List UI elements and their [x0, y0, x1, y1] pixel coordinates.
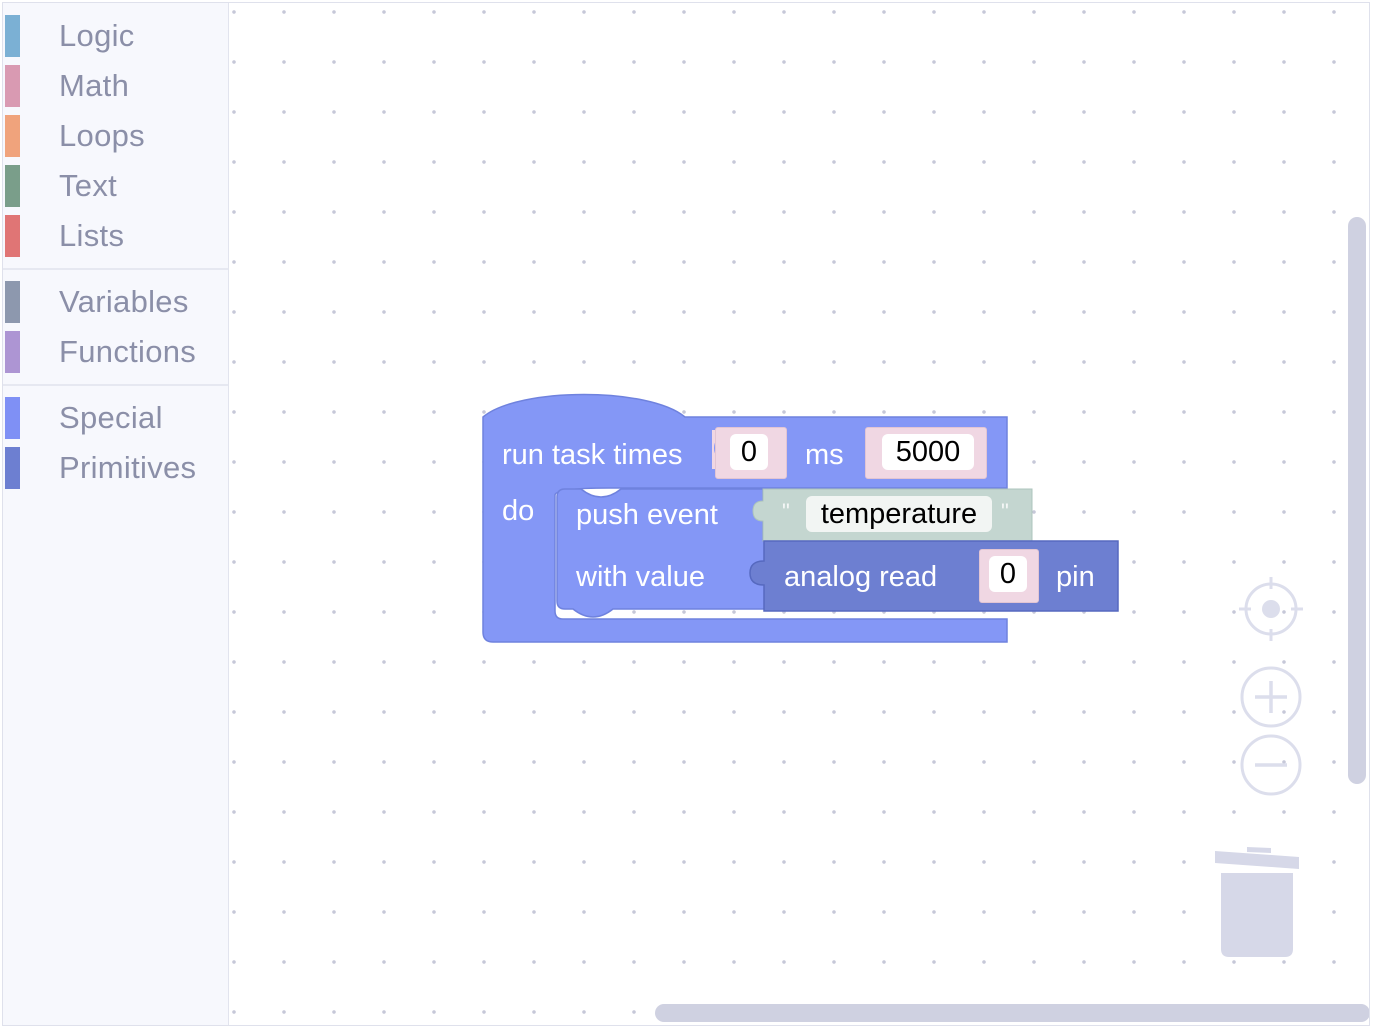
pin-label: pin	[1056, 561, 1095, 593]
category-color-swatch	[5, 115, 20, 157]
category-math[interactable]: Math	[3, 61, 228, 111]
vertical-scrollbar[interactable]	[1348, 217, 1366, 784]
first-value-field[interactable]: 0	[730, 434, 768, 470]
second-value-field[interactable]: 5000	[882, 434, 974, 470]
plus-icon	[1240, 666, 1302, 728]
toolbox-group-basic: Logic Math Loops Text Lists	[3, 3, 228, 261]
category-variables[interactable]: Variables	[3, 277, 228, 327]
with-value-label: with value	[576, 561, 705, 593]
category-color-swatch	[5, 281, 20, 323]
push-event-label: push event	[576, 499, 718, 531]
category-label: Special	[59, 400, 163, 435]
category-label: Lists	[59, 218, 125, 253]
category-functions[interactable]: Functions	[3, 327, 228, 377]
category-label: Variables	[59, 284, 189, 319]
zoom-in-button[interactable]	[1239, 665, 1303, 729]
category-label: Loops	[59, 118, 145, 153]
category-label: Math	[59, 68, 130, 103]
recenter-button[interactable]	[1239, 577, 1303, 641]
category-special[interactable]: Special	[3, 393, 228, 443]
pin-value-field[interactable]: 0	[989, 556, 1027, 592]
do-label: do	[502, 495, 535, 527]
category-color-swatch	[5, 447, 20, 489]
category-color-swatch	[5, 65, 20, 107]
quote-close: "	[1001, 499, 1009, 524]
minus-icon	[1240, 734, 1302, 796]
toolbox-separator	[3, 377, 228, 393]
event-name-field[interactable]: temperature	[806, 496, 992, 532]
toolbox-group-device: Special Primitives	[3, 393, 228, 493]
category-color-swatch	[5, 331, 20, 373]
category-label: Functions	[59, 334, 197, 369]
zoom-out-button[interactable]	[1239, 733, 1303, 797]
category-color-swatch	[5, 215, 20, 257]
run-task-label: run task times	[502, 439, 683, 471]
category-color-swatch	[5, 165, 20, 207]
blockly-editor: Logic Math Loops Text Lists Variables Fu…	[2, 2, 1370, 1026]
trash-icon	[1215, 847, 1299, 957]
category-label: Logic	[59, 18, 135, 53]
toolbox: Logic Math Loops Text Lists Variables Fu…	[3, 3, 229, 1025]
category-primitives[interactable]: Primitives	[3, 443, 228, 493]
category-lists[interactable]: Lists	[3, 211, 228, 261]
toolbox-group-custom: Variables Functions	[3, 277, 228, 377]
category-color-swatch	[5, 15, 20, 57]
category-text[interactable]: Text	[3, 161, 228, 211]
crosshair-icon	[1239, 577, 1303, 641]
block-canvas	[482, 393, 1119, 643]
category-label: Primitives	[59, 450, 197, 485]
category-logic[interactable]: Logic	[3, 11, 228, 61]
workspace-canvas[interactable]: run task times 0 ms 5000 do push event w…	[229, 3, 1369, 1025]
category-color-swatch	[5, 397, 20, 439]
horizontal-scrollbar[interactable]	[655, 1004, 1369, 1022]
category-loops[interactable]: Loops	[3, 111, 228, 161]
analog-read-label: analog read	[784, 561, 938, 593]
category-label: Text	[59, 168, 118, 203]
toolbox-separator	[3, 261, 228, 277]
ms-label: ms	[805, 439, 844, 471]
quote-open: "	[782, 499, 790, 524]
trash-can[interactable]	[1213, 845, 1303, 960]
